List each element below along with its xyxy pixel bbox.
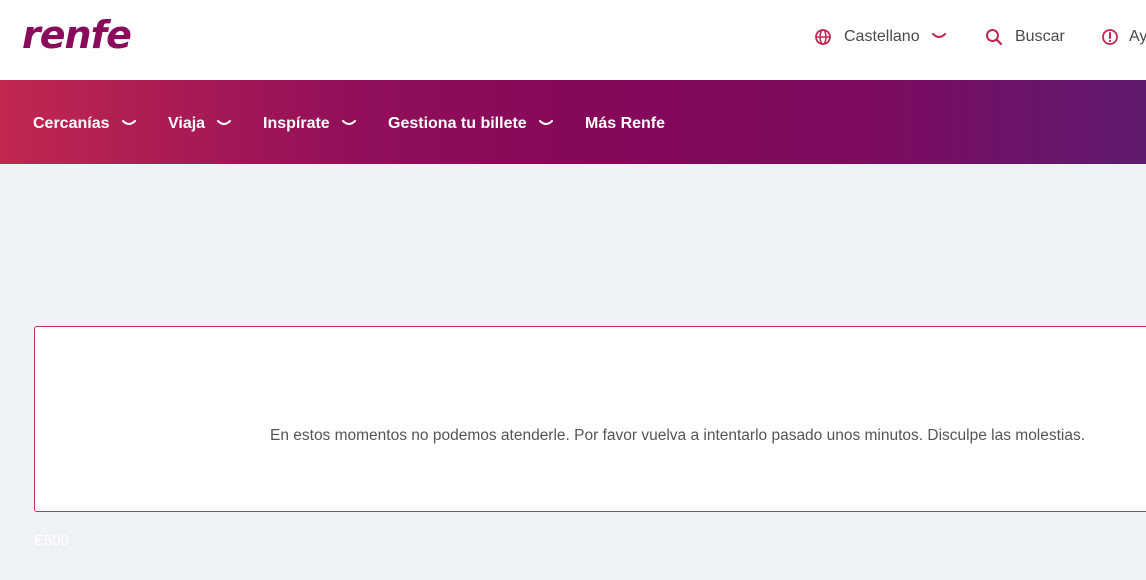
nav-item-label: Inspírate xyxy=(263,115,330,132)
nav-item-gestiona-billete[interactable]: Gestiona tu billete xyxy=(388,114,553,134)
nav-item-cercanias[interactable]: Cercanías xyxy=(33,114,136,134)
error-message-box: En estos momentos no podemos atenderle. … xyxy=(34,326,1146,512)
logo-text: renfe xyxy=(22,13,131,57)
help-link[interactable]: Ay xyxy=(1101,24,1146,50)
nav-item-viaja[interactable]: Viaja xyxy=(168,114,232,134)
renfe-logo[interactable]: renfe xyxy=(20,10,150,68)
error-code: E500 xyxy=(34,532,70,549)
language-selector[interactable]: Castellano xyxy=(814,24,946,50)
nav-item-label: Viaja xyxy=(168,115,206,132)
main-nav: Cercanías Viaja Inspírate Gestiona tu bi… xyxy=(0,80,1146,164)
nav-item-mas-renfe[interactable]: Más Renfe xyxy=(585,114,665,134)
globe-icon xyxy=(815,29,831,45)
nav-item-label: Más Renfe xyxy=(585,115,666,132)
search-button[interactable]: Buscar xyxy=(985,24,1065,50)
search-icon xyxy=(986,29,1003,46)
error-message: En estos momentos no podemos atenderle. … xyxy=(270,427,1086,444)
search-label: Buscar xyxy=(1015,28,1065,45)
nav-item-label: Cercanías xyxy=(33,115,110,132)
language-label: Castellano xyxy=(844,28,920,45)
chevron-down-icon xyxy=(931,33,946,38)
chevron-down-icon xyxy=(217,120,232,125)
help-label: Ay xyxy=(1129,28,1146,45)
site-header: renfe Castellano Buscar Ay xyxy=(0,0,1146,80)
nav-item-inspirate[interactable]: Inspírate xyxy=(263,114,356,134)
chevron-down-icon xyxy=(121,120,136,125)
info-icon xyxy=(1102,29,1118,45)
chevron-down-icon xyxy=(341,120,356,125)
nav-item-label: Gestiona tu billete xyxy=(388,115,527,132)
chevron-down-icon xyxy=(538,120,553,125)
